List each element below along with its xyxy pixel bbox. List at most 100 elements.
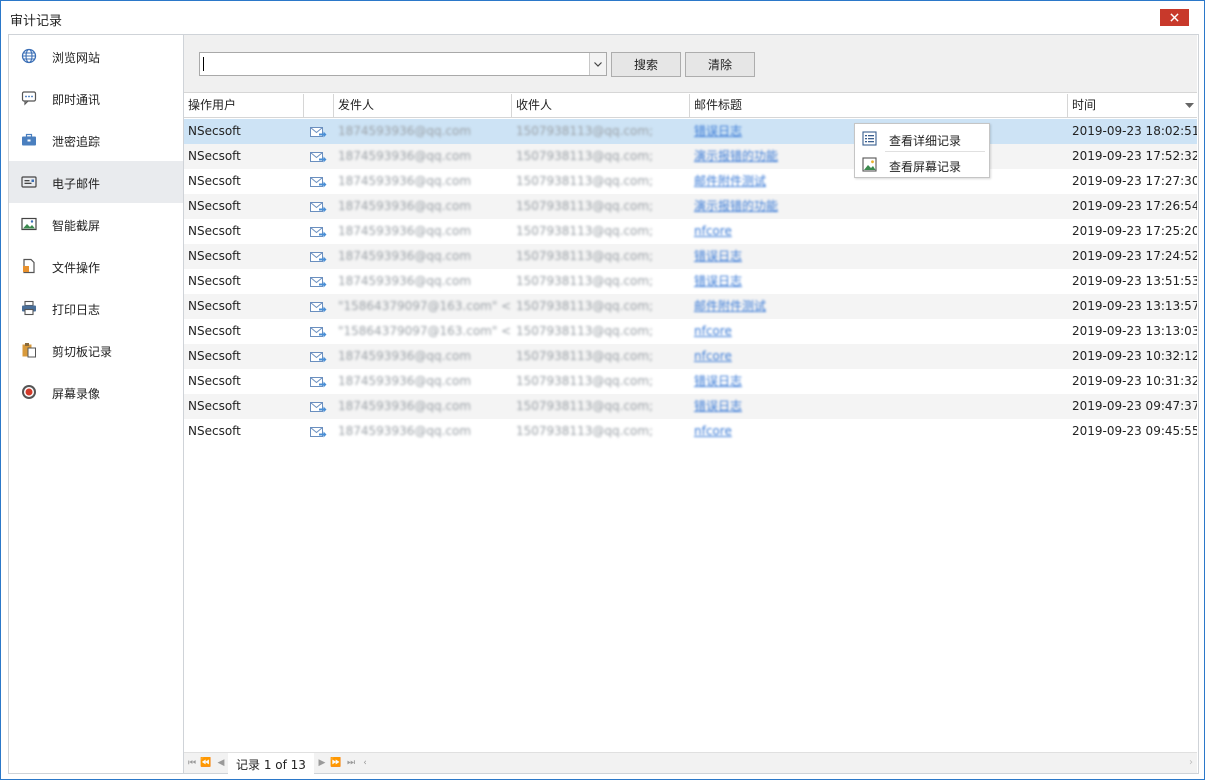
sidebar-item-file-ops[interactable]: 文件操作 xyxy=(9,245,183,287)
cell-mail-icon[interactable] xyxy=(304,219,334,244)
main-panel: 搜索 清除 操作用户 发件人 收件人 邮件标题 时间 NSecsoft 18745… xyxy=(184,34,1199,774)
cell-recipient: 1507938113@qq.com; xyxy=(516,374,654,388)
table-row[interactable]: NSecsoft 1874593936@qq.com 1507938113@qq.c… xyxy=(184,419,1197,444)
sidebar-item-smart-screenshot[interactable]: 智能截屏 xyxy=(9,203,183,245)
scroll-left-button[interactable]: ‹ xyxy=(359,757,371,769)
cell-subject-link[interactable]: 错误日志 xyxy=(690,244,1068,269)
mail-card-icon xyxy=(21,176,37,188)
table-row[interactable]: NSecsoft 1874593936@qq.com 1507938113@qq.c… xyxy=(184,244,1197,269)
cell-mail-icon[interactable] xyxy=(304,169,334,194)
cell-recipient: 1507938113@qq.com; xyxy=(516,174,654,188)
next-page-group-button[interactable]: ⏩ xyxy=(330,757,342,769)
cell-time: 2019-09-23 17:52:32 xyxy=(1072,149,1197,163)
search-input[interactable] xyxy=(200,53,588,75)
menu-item-label: 查看详细记录 xyxy=(889,134,962,148)
sidebar-item-email[interactable]: 电子邮件 xyxy=(9,161,183,203)
sidebar-item-im[interactable]: 即时通讯 xyxy=(9,77,183,119)
cell-subject-link[interactable]: 错误日志 xyxy=(690,269,1068,294)
cell-mail-icon[interactable] xyxy=(304,144,334,169)
column-header-sender[interactable]: 发件人 xyxy=(334,94,512,118)
cell-mail-icon[interactable] xyxy=(304,419,334,444)
cell-recipient: 1507938113@qq.com; xyxy=(516,224,654,238)
sidebar-item-label: 打印日志 xyxy=(52,303,101,317)
file-icon xyxy=(23,258,35,274)
forward-mail-icon xyxy=(310,227,327,238)
column-header-user[interactable]: 操作用户 xyxy=(184,94,304,118)
chat-icon xyxy=(21,91,37,106)
table-row[interactable]: NSecsoft "15864379097@163.com" <... 150793… xyxy=(184,319,1197,344)
cell-sender: 1874593936@qq.com xyxy=(338,374,472,388)
audit-window: 审计记录 浏览网站 即时通讯 泄密追踪 电子邮件 智能截屏 文件操作 打印日志 … xyxy=(0,0,1205,780)
cell-subject-link[interactable]: 错误日志 xyxy=(690,394,1068,419)
search-combobox[interactable] xyxy=(199,52,607,76)
sidebar-item-clipboard[interactable]: 剪切板记录 xyxy=(9,329,183,371)
cell-user: NSecsoft xyxy=(188,249,241,263)
table-row[interactable]: NSecsoft 1874593936@qq.com 1507938113@qq.c… xyxy=(184,169,1197,194)
first-page-button[interactable]: ⏮ xyxy=(186,757,198,769)
search-dropdown-button[interactable] xyxy=(589,53,606,75)
cell-mail-icon[interactable] xyxy=(304,369,334,394)
table-row[interactable]: NSecsoft 1874593936@qq.com 1507938113@qq.c… xyxy=(184,269,1197,294)
column-header-time[interactable]: 时间 xyxy=(1068,94,1197,118)
sidebar-item-browse-web[interactable]: 浏览网站 xyxy=(9,35,183,77)
last-page-button[interactable]: ⏭ xyxy=(345,757,357,769)
cell-subject-link[interactable]: nfcore xyxy=(690,319,1068,344)
sidebar: 浏览网站 即时通讯 泄密追踪 电子邮件 智能截屏 文件操作 打印日志 剪切板记录… xyxy=(8,34,184,774)
cell-user: NSecsoft xyxy=(188,399,241,413)
prev-page-button[interactable]: ◀ xyxy=(215,757,227,769)
table-row[interactable]: NSecsoft 1874593936@qq.com 1507938113@qq.c… xyxy=(184,119,1197,144)
table-row[interactable]: NSecsoft 1874593936@qq.com 1507938113@qq.c… xyxy=(184,144,1197,169)
forward-mail-icon xyxy=(310,302,327,313)
menu-item-view-details[interactable]: 查看详细记录 xyxy=(855,126,989,151)
cell-recipient: 1507938113@qq.com; xyxy=(516,199,654,213)
cell-time: 2019-09-23 09:45:55 xyxy=(1072,424,1197,438)
cell-subject-link[interactable]: nfcore xyxy=(690,219,1068,244)
cell-subject-link[interactable]: nfcore xyxy=(690,344,1068,369)
table-row[interactable]: NSecsoft 1874593936@qq.com 1507938113@qq.c… xyxy=(184,344,1197,369)
cell-user: NSecsoft xyxy=(188,299,241,313)
cell-subject-link[interactable]: 邮件附件测试 xyxy=(690,294,1068,319)
column-header-icon[interactable] xyxy=(304,94,334,118)
sidebar-item-screen-recording[interactable]: 屏幕录像 xyxy=(9,371,183,413)
table-row[interactable]: NSecsoft "15864379097@163.com" <... 150793… xyxy=(184,294,1197,319)
cell-time: 2019-09-23 10:32:12 xyxy=(1072,349,1197,363)
cell-time: 2019-09-23 17:26:54 xyxy=(1072,199,1197,213)
table-row[interactable]: NSecsoft 1874593936@qq.com 1507938113@qq.c… xyxy=(184,219,1197,244)
cell-recipient: 1507938113@qq.com; xyxy=(516,274,654,288)
cell-mail-icon[interactable] xyxy=(304,194,334,219)
title-bar: 审计记录 xyxy=(1,1,1204,34)
table-row[interactable]: NSecsoft 1874593936@qq.com 1507938113@qq.c… xyxy=(184,369,1197,394)
forward-mail-icon xyxy=(310,427,327,438)
sidebar-item-print-log[interactable]: 打印日志 xyxy=(9,287,183,329)
column-header-subject[interactable]: 邮件标题 xyxy=(690,94,1068,118)
table-row[interactable]: NSecsoft 1874593936@qq.com 1507938113@qq.c… xyxy=(184,394,1197,419)
cell-mail-icon[interactable] xyxy=(304,344,334,369)
cell-mail-icon[interactable] xyxy=(304,119,334,144)
search-button[interactable]: 搜索 xyxy=(611,52,681,77)
menu-item-view-screen[interactable]: 查看屏幕记录 xyxy=(855,152,989,177)
cell-subject-link[interactable]: 演示报错的功能 xyxy=(690,194,1068,219)
prev-page-group-button[interactable]: ⏪ xyxy=(200,757,212,769)
table-row[interactable]: NSecsoft 1874593936@qq.com 1507938113@qq.c… xyxy=(184,194,1197,219)
next-page-button[interactable]: ▶ xyxy=(316,757,328,769)
cell-time: 2019-09-23 10:31:32 xyxy=(1072,374,1197,388)
sidebar-item-leak-tracking[interactable]: 泄密追踪 xyxy=(9,119,183,161)
cell-subject-link[interactable]: nfcore xyxy=(690,419,1068,444)
close-button[interactable] xyxy=(1160,9,1189,26)
cell-sender: "15864379097@163.com" <... xyxy=(338,299,512,313)
details-list-icon xyxy=(862,131,877,146)
cell-sender: 1874593936@qq.com xyxy=(338,199,472,213)
cell-mail-icon[interactable] xyxy=(304,394,334,419)
clear-button[interactable]: 清除 xyxy=(685,52,755,77)
cell-subject-link[interactable]: 错误日志 xyxy=(690,369,1068,394)
clipboard-icon xyxy=(22,343,36,358)
cell-recipient: 1507938113@qq.com; xyxy=(516,399,654,413)
cell-recipient: 1507938113@qq.com; xyxy=(516,299,654,313)
column-header-recipient[interactable]: 收件人 xyxy=(512,94,690,118)
scroll-right-button[interactable]: › xyxy=(1189,757,1193,768)
cell-mail-icon[interactable] xyxy=(304,269,334,294)
cell-mail-icon[interactable] xyxy=(304,319,334,344)
cell-mail-icon[interactable] xyxy=(304,244,334,269)
close-icon xyxy=(1170,13,1179,22)
cell-mail-icon[interactable] xyxy=(304,294,334,319)
